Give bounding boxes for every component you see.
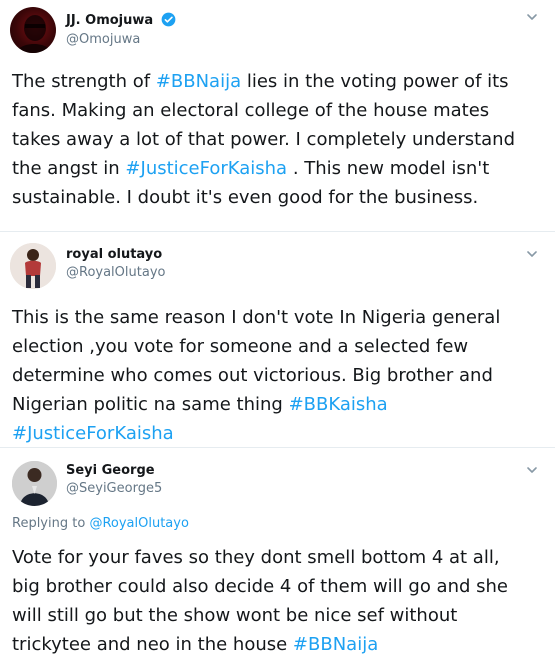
tweet-text: This is the same reason I don't vote In …	[12, 303, 547, 448]
tweet-royal-olutayo[interactable]: royal olutayo @RoyalOlutayo This is the …	[0, 232, 555, 448]
tweet-header: JJ. Omojuwa @Omojuwa	[66, 9, 176, 49]
replying-to-handle[interactable]: @RoyalOlutayo	[89, 516, 188, 531]
hashtag-link[interactable]: #JusticeForKaisha	[12, 423, 174, 444]
verified-badge-icon	[161, 12, 176, 31]
author-name[interactable]: JJ. Omojuwa	[66, 13, 153, 28]
author-handle[interactable]: @Omojuwa	[66, 31, 176, 49]
tweet-seyi-george[interactable]: Seyi George @SeyiGeorge5 Replying to @Ro…	[0, 448, 555, 667]
tweet-header: royal olutayo @RoyalOlutayo	[66, 246, 165, 282]
tweet-text: The strength of #BBNaija lies in the vot…	[12, 67, 547, 212]
tweet-text-segment: This is the same reason I don't vote In …	[12, 307, 501, 415]
hashtag-link[interactable]: #BBNaija	[293, 634, 378, 655]
avatar[interactable]	[10, 243, 56, 289]
hashtag-link[interactable]: #BBKaisha	[289, 394, 388, 415]
hashtag-link[interactable]: #BBNaija	[156, 71, 241, 92]
tweet-text: Vote for your faves so they dont smell b…	[12, 543, 547, 659]
chevron-down-icon[interactable]	[525, 246, 539, 260]
avatar[interactable]	[10, 7, 56, 53]
author-name[interactable]: royal olutayo	[66, 246, 165, 264]
tweet-text-segment: The strength of	[12, 71, 156, 92]
hashtag-link[interactable]: #JusticeForKaisha	[125, 158, 287, 179]
replying-to: Replying to @RoyalOlutayo	[12, 516, 189, 531]
tweet-omojuwa[interactable]: JJ. Omojuwa @Omojuwa The strength of #BB…	[0, 0, 555, 232]
author-name[interactable]: Seyi George	[66, 462, 162, 480]
author-handle[interactable]: @RoyalOlutayo	[66, 264, 165, 282]
replying-to-label: Replying to	[12, 516, 90, 531]
chevron-down-icon[interactable]	[525, 462, 539, 476]
chevron-down-icon[interactable]	[525, 9, 539, 23]
author-name-row[interactable]: JJ. Omojuwa	[66, 9, 176, 31]
tweet-header: Seyi George @SeyiGeorge5	[66, 462, 162, 498]
author-handle[interactable]: @SeyiGeorge5	[66, 480, 162, 498]
avatar[interactable]	[12, 461, 57, 506]
tweet-text-segment: Vote for your faves so they dont smell b…	[12, 547, 509, 655]
